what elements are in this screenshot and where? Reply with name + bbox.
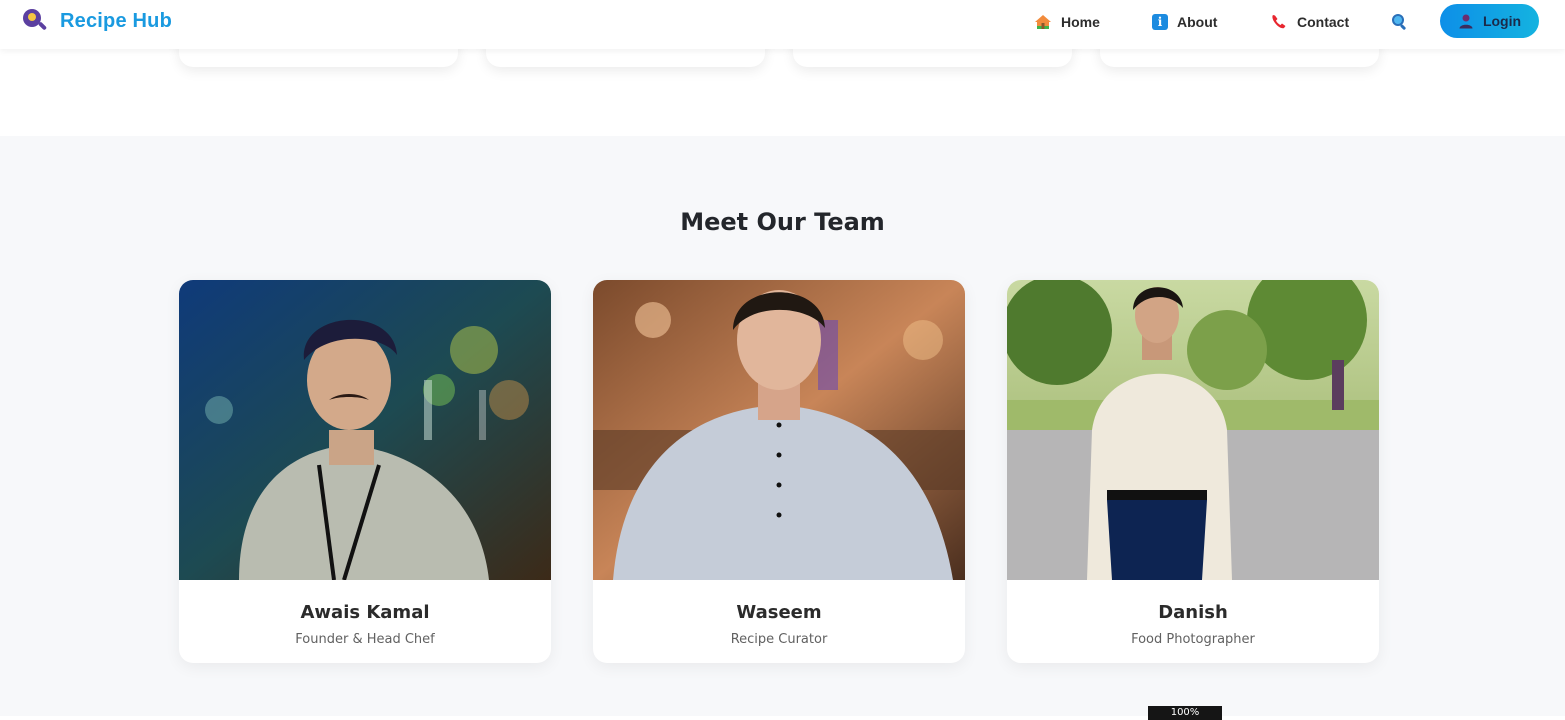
nav-contact-label: Contact xyxy=(1297,13,1350,30)
member-photo xyxy=(593,280,965,580)
nav-about-link[interactable]: i About xyxy=(1152,13,1218,30)
team-title: Meet Our Team xyxy=(680,208,885,236)
home-icon xyxy=(1034,13,1052,31)
nav-about-label: About xyxy=(1177,13,1218,30)
nav-home-label: Home xyxy=(1061,13,1100,30)
login-button[interactable]: Login xyxy=(1440,4,1539,38)
brand-name: Recipe Hub xyxy=(60,9,173,32)
brand-link[interactable]: Recipe Hub xyxy=(22,8,172,34)
team-member-card: Danish Food Photographer xyxy=(1007,280,1379,663)
info-icon: i xyxy=(1152,13,1168,30)
member-photo xyxy=(1007,280,1379,580)
user-icon xyxy=(1458,13,1474,29)
team-member-card: Awais Kamal Founder & Head Chef xyxy=(179,280,551,663)
member-role: Recipe Curator xyxy=(730,632,828,647)
member-photo xyxy=(179,280,551,580)
search-magnifier-logo-icon xyxy=(22,8,48,34)
team-section: Meet Our Team Awais Kamal Founder & Head… xyxy=(0,136,1565,716)
member-name: Danish xyxy=(1158,602,1228,623)
member-name: Awais Kamal xyxy=(300,602,430,623)
phone-icon xyxy=(1270,13,1288,31)
zoom-badge: 100% xyxy=(1148,706,1222,720)
login-label: Login xyxy=(1482,13,1522,29)
navbar: Recipe Hub Home i About Contact Login xyxy=(0,0,1565,49)
nav-home-link[interactable]: Home xyxy=(1034,13,1100,31)
nav-contact-link[interactable]: Contact xyxy=(1270,13,1349,31)
member-name: Waseem xyxy=(736,602,822,623)
member-role: Founder & Head Chef xyxy=(295,632,435,647)
team-member-card: Waseem Recipe Curator xyxy=(593,280,965,663)
member-role: Food Photographer xyxy=(1131,632,1255,647)
search-icon[interactable] xyxy=(1391,13,1409,31)
